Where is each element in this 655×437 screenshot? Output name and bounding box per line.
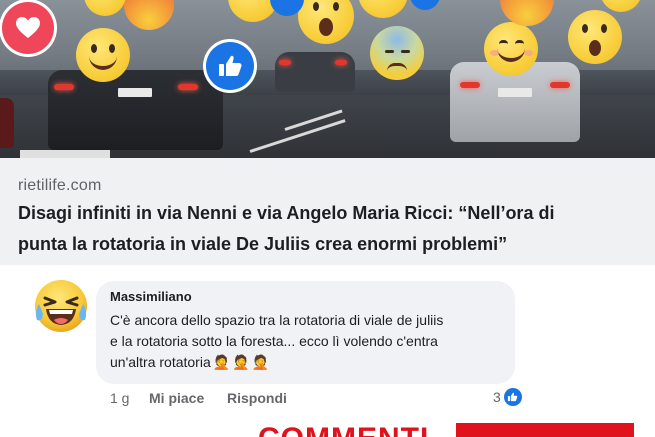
headline-line: punta la rotatoria in viale De Juliis cr… — [18, 234, 508, 254]
watermark-strip — [20, 150, 110, 158]
facepalm-emoji-icon: 🤦 — [251, 354, 270, 370]
thumbs-up-icon[interactable] — [206, 42, 254, 90]
comments-banner-title: COMMENTI — [258, 424, 428, 437]
sad-emoji-icon — [370, 26, 424, 80]
heart-reaction-icon[interactable] — [2, 2, 54, 54]
facepalm-emoji-icon: 🤦 — [212, 354, 231, 370]
smile-emoji-icon — [76, 28, 130, 82]
car-mid — [275, 52, 355, 92]
car-far-left — [0, 98, 14, 148]
smile-emoji-icon — [484, 22, 538, 76]
reaction-count: 3 — [493, 389, 501, 405]
headline-line: Disagi infiniti in via Nenni e via Angel… — [18, 203, 555, 223]
link-headline[interactable]: Disagi infiniti in via Nenni e via Angel… — [18, 198, 643, 260]
comment-author[interactable]: Massimiliano — [110, 289, 192, 304]
like-button[interactable]: Mi piace — [149, 390, 204, 406]
banner-red-box — [456, 423, 634, 437]
banner-text: COMMENTI — [258, 424, 428, 437]
comment-line: un'altra rotatoria 🤦 🤦 🤦 — [110, 352, 508, 373]
car-left — [48, 70, 223, 150]
wow-emoji-icon — [568, 10, 622, 64]
comment-line: C'è ancora dello spazio tra la rotatoria… — [110, 312, 444, 328]
comment-line: e la rotatoria sotto la foresta... ecco … — [110, 333, 438, 349]
reaction-summary[interactable]: 3 — [493, 388, 522, 406]
commenter-avatar[interactable] — [33, 278, 89, 334]
comment-timestamp[interactable]: 1 g — [110, 390, 129, 406]
comment-line-text: un'altra rotatoria — [110, 354, 211, 370]
comment-text: C'è ancora dello spazio tra la rotatoria… — [110, 310, 508, 373]
reply-button[interactable]: Rispondi — [227, 390, 287, 406]
post-image[interactable] — [0, 0, 655, 158]
link-domain[interactable]: rietilife.com — [18, 177, 102, 195]
facepalm-emoji-icon: 🤦 — [232, 354, 250, 370]
like-reaction-icon — [503, 388, 522, 406]
laughing-emoji-icon — [35, 280, 87, 332]
